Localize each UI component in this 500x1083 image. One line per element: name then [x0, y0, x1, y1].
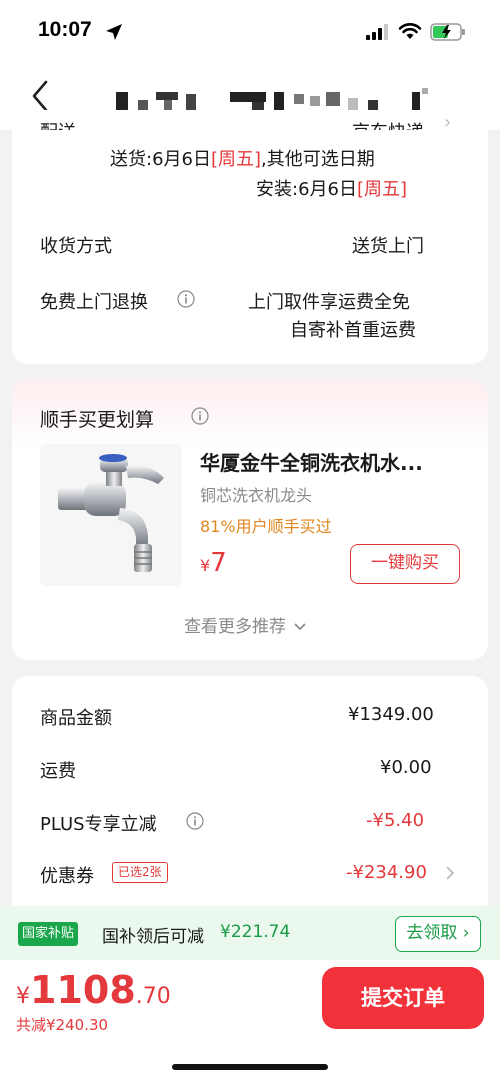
total-integer: 1108 [30, 968, 136, 1012]
recommend-title: 顺手买更划算 [40, 409, 155, 431]
chevron-right-icon: › [457, 923, 470, 943]
product-name[interactable]: 华厦金牛全铜洗衣机水... [200, 447, 423, 476]
summary-value-coupon[interactable]: -¥234.90 [346, 862, 427, 883]
delivery-clipped-value: 京东快递 [352, 118, 424, 130]
subsidy-amount: ¥221.74 [220, 922, 291, 942]
one-click-buy-button[interactable]: 一键购买 [350, 544, 460, 584]
free-return-value-1: 上门取件享运费全免 [248, 292, 410, 313]
info-icon[interactable] [177, 290, 195, 308]
delivery-clipped-label: 配送 [40, 118, 76, 130]
summary-label-plus: PLUS专享立减 [40, 814, 157, 835]
total-price: ¥1108.70 [16, 968, 171, 1012]
checkout-bar: ¥1108.70 共减¥240.30 提交订单 [0, 960, 500, 1083]
summary-label-goods: 商品金额 [40, 708, 112, 729]
claim-subsidy-label: 去领取 [406, 923, 458, 943]
chevron-down-icon [294, 623, 307, 631]
receive-method-value[interactable]: 送货上门 [352, 232, 424, 258]
product-subtitle: 铜芯洗衣机龙头 [200, 486, 313, 505]
more-recommend-label: 查看更多推荐 [184, 617, 286, 637]
cellular-signal-icon [366, 24, 388, 40]
summary-label-coupon: 优惠券 [40, 866, 94, 887]
ship-date: 送货:6月6日 [110, 149, 211, 170]
location-arrow-icon [106, 24, 122, 40]
coupon-selected-tag[interactable]: 已选2张 [112, 862, 168, 883]
chevron-right-icon[interactable] [444, 864, 456, 882]
total-decimal: .70 [135, 984, 171, 1009]
install-date-line: 安装:6月6日[周五] [256, 175, 407, 201]
subsidy-badge: 国家补贴 [18, 922, 79, 946]
status-bar: 10:07 [0, 0, 500, 62]
back-chevron-icon[interactable] [28, 78, 52, 114]
info-icon[interactable] [191, 407, 209, 425]
chevron-right-icon: › [444, 112, 452, 130]
summary-value-plus: -¥5.40 [366, 810, 425, 831]
summary-label-shipping: 运费 [40, 761, 76, 782]
national-subsidy-bar: 国家补贴 国补领后可减 ¥221.74 去领取 › [0, 906, 500, 960]
free-return-value-2: 自寄补首重运费 [290, 320, 416, 341]
ship-weekday: [周五] [210, 149, 262, 170]
claim-subsidy-button[interactable]: 去领取 › [395, 916, 481, 952]
submit-order-button[interactable]: 提交订单 [322, 967, 484, 1029]
price-value: 7 [210, 548, 227, 578]
info-icon[interactable] [186, 812, 204, 830]
product-stat: 81%用户顺手买过 [200, 517, 332, 536]
receive-method-label: 收货方式 [40, 236, 112, 257]
status-time: 10:07 [38, 18, 92, 41]
product-image[interactable] [40, 444, 182, 586]
summary-value-shipping: ¥0.00 [380, 757, 432, 778]
total-currency: ¥ [16, 984, 30, 1009]
price-currency: ¥ [200, 556, 211, 575]
free-return-label: 免费上门退换 [40, 292, 148, 313]
wifi-icon [398, 23, 422, 39]
faucet-image [58, 454, 164, 572]
install-weekday: [周五] [356, 179, 408, 200]
summary-value-goods: ¥1349.00 [348, 704, 434, 725]
install-date: 安装:6月6日 [256, 179, 357, 200]
more-recommend-link[interactable]: 查看更多推荐 [184, 612, 307, 637]
product-price: ¥7 [200, 548, 227, 578]
total-saved[interactable]: 共减¥240.30 [16, 1014, 108, 1035]
home-indicator [172, 1064, 328, 1070]
ship-other-dates[interactable]: ,其他可选日期 [261, 149, 375, 170]
delivery-clipped-row: 配送 京东快递 › [0, 110, 500, 130]
ship-date-line: 送货:6月6日[周五],其他可选日期 [110, 145, 375, 171]
battery-charging-icon [430, 23, 465, 41]
subsidy-text: 国补领后可减 [102, 927, 204, 947]
